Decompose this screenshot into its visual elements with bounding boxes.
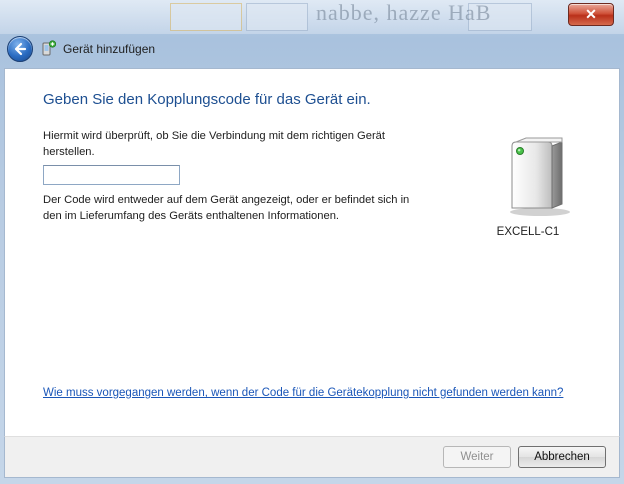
close-button[interactable]: ✕	[568, 3, 614, 26]
back-arrow-icon	[14, 42, 27, 56]
close-icon: ✕	[585, 6, 597, 22]
next-button[interactable]: Weiter	[443, 446, 511, 468]
window-title: Gerät hinzufügen	[63, 42, 156, 56]
cancel-button[interactable]: Abbrechen	[518, 446, 606, 468]
background-blur-box	[170, 3, 242, 31]
hint-text: Der Code wird entweder auf dem Gerät ang…	[43, 194, 410, 222]
help-link[interactable]: Wie muss vorgegangen werden, wenn der Co…	[43, 387, 563, 399]
bluetooth-device-add-icon	[42, 40, 56, 56]
computer-tower-icon	[510, 137, 570, 216]
content-area	[4, 68, 620, 437]
back-button[interactable]	[7, 36, 33, 62]
device-name: EXCELL-C1	[496, 226, 560, 238]
pairing-code-input[interactable]	[43, 165, 180, 185]
background-blur-text: nabbe, hazze HaB	[316, 0, 492, 25]
background-blur-box	[246, 3, 308, 31]
page-title: Geben Sie den Kopplungscode für das Gerä…	[43, 91, 371, 108]
description-text: Hiermit wird überprüft, ob Sie die Verbi…	[43, 130, 385, 158]
